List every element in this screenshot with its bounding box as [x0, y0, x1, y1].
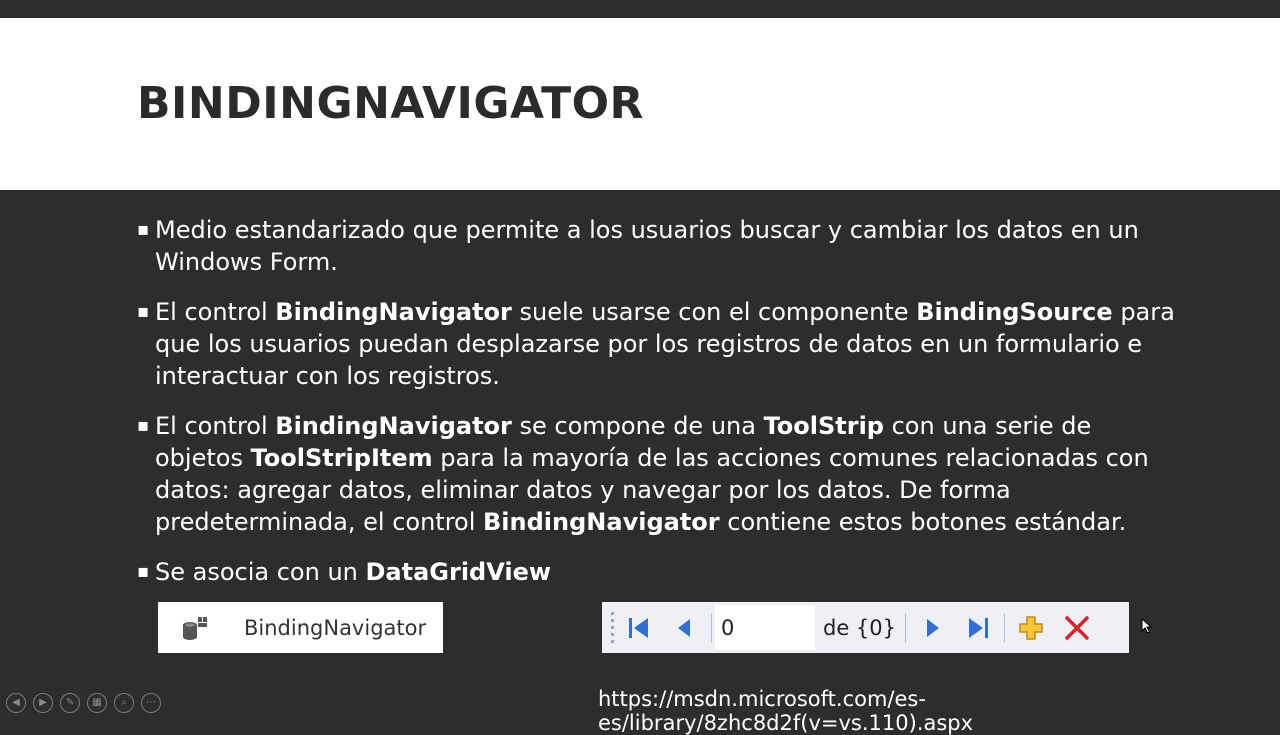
slide-title: BINDINGNAVIGATOR: [137, 78, 644, 129]
bullet-bold: BindingNavigator: [275, 298, 512, 326]
toolstrip-separator: [905, 612, 907, 643]
move-next-icon: [927, 618, 940, 637]
bullet-text: contiene estos botones estándar.: [719, 508, 1127, 536]
delete-icon: [1065, 615, 1089, 640]
previous-slide-icon[interactable]: ◀: [6, 693, 26, 713]
bullet-text: se compone de una: [511, 412, 764, 440]
bullet-marker: ▪: [137, 301, 150, 322]
bullet-item: ▪ El control BindingNavigator suele usar…: [137, 296, 1177, 392]
move-last-button[interactable]: [955, 608, 1001, 648]
bullet-item: ▪ Se asocia con un DataGridView: [137, 556, 1177, 588]
bullet-bold: BindingNavigator: [483, 508, 720, 536]
component-label: BindingNavigator: [244, 615, 427, 640]
toolstrip-grip[interactable]: [608, 611, 616, 645]
delete-button[interactable]: [1054, 608, 1100, 648]
bullet-item: ▪ El control BindingNavigator se compone…: [137, 410, 1177, 538]
bullet-marker: ▪: [137, 561, 150, 582]
bullet-list: ▪ Medio estandarizado que permite a los …: [137, 214, 1177, 606]
move-next-button[interactable]: [909, 608, 955, 648]
bullet-text: El control: [155, 298, 276, 326]
bullet-marker: ▪: [137, 415, 150, 436]
bullet-text: suele usarse con el componente: [511, 298, 917, 326]
bullet-bold: ToolStripItem: [250, 444, 433, 472]
move-previous-icon: [678, 618, 690, 637]
bullet-text: Se asocia con un: [155, 558, 366, 586]
move-last-icon: [969, 617, 989, 638]
move-previous-button[interactable]: [662, 608, 708, 648]
slideshow-controls: ◀ ▶ ✎ ▦ ⌕ ⋯: [6, 693, 161, 713]
binding-navigator-toolstrip: de {0}: [602, 602, 1129, 653]
bullet-bold: ToolStrip: [763, 412, 884, 440]
mouse-cursor-icon: [1141, 618, 1153, 634]
bullet-bold: BindingSource: [916, 298, 1113, 326]
source-url: https://msdn.microsoft.com/es-es/library…: [598, 687, 974, 735]
database-component-icon: [180, 613, 210, 643]
position-input[interactable]: [715, 605, 815, 650]
pen-icon[interactable]: ✎: [60, 693, 80, 713]
move-first-button[interactable]: [616, 608, 662, 648]
next-slide-icon[interactable]: ▶: [33, 693, 53, 713]
bullet-bold: BindingNavigator: [275, 412, 512, 440]
add-new-button[interactable]: [1008, 608, 1054, 648]
bullet-text: Medio estandarizado que permite a los us…: [155, 216, 1139, 276]
more-options-icon[interactable]: ⋯: [141, 693, 161, 713]
zoom-icon[interactable]: ⌕: [114, 693, 134, 713]
add-new-icon: [1019, 615, 1043, 640]
toolstrip-separator: [1004, 612, 1006, 643]
bullet-item: ▪ Medio estandarizado que permite a los …: [137, 214, 1177, 278]
toolstrip-separator: [711, 612, 712, 643]
top-bar: [0, 0, 1280, 18]
slides-grid-icon[interactable]: ▦: [87, 693, 107, 713]
binding-navigator-component: BindingNavigator: [158, 602, 443, 653]
bullet-marker: ▪: [137, 219, 150, 240]
bullet-text: El control: [155, 412, 276, 440]
bullet-bold: DataGridView: [365, 558, 552, 586]
count-label: de {0}: [823, 615, 897, 640]
move-first-icon: [629, 617, 648, 638]
